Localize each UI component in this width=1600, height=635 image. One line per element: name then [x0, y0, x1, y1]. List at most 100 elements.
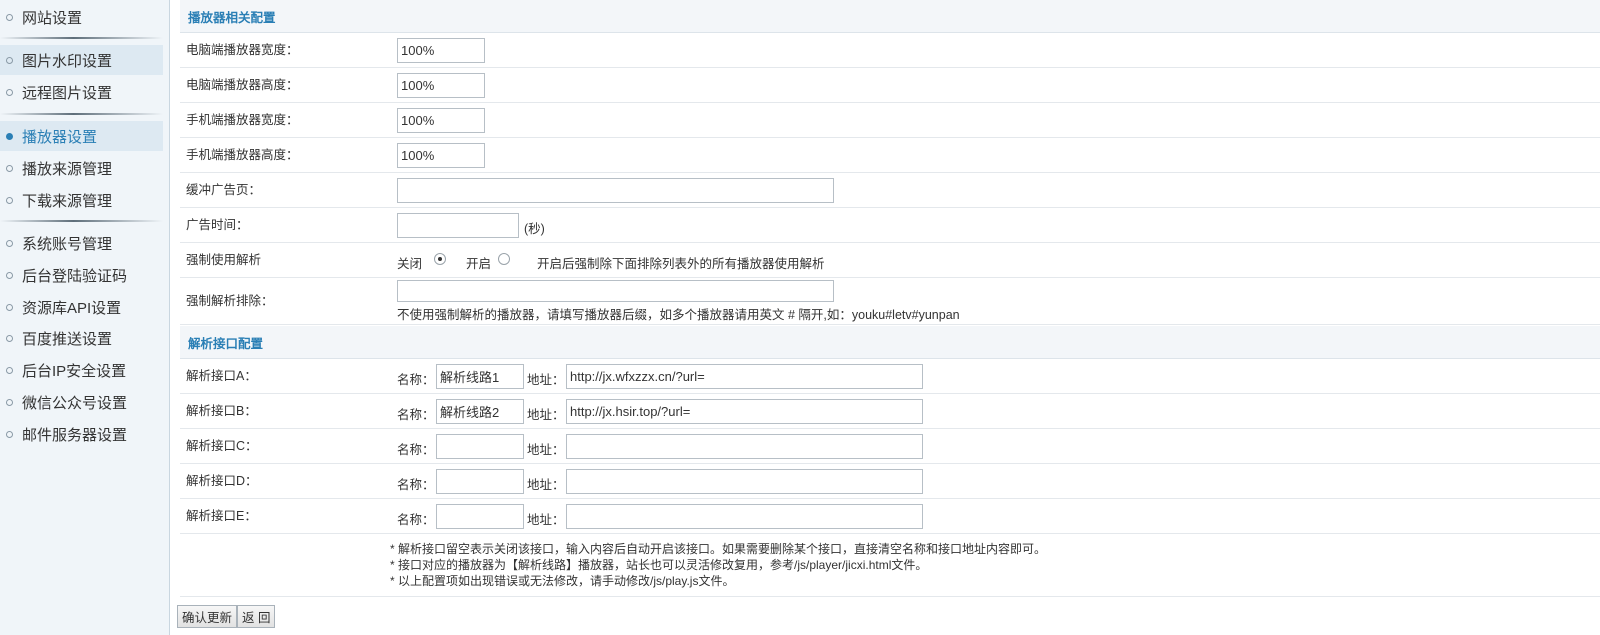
bullet-icon: [6, 334, 13, 342]
sidebar-item-player[interactable]: 播放器设置: [0, 121, 163, 151]
pc-width-input[interactable]: [397, 38, 485, 63]
parse-d-url-input[interactable]: [566, 469, 923, 494]
field-label: 手机端播放器高度：: [186, 148, 299, 162]
sidebar-item-site-settings[interactable]: 网站设置: [0, 2, 163, 32]
sidebar-item-login-captcha[interactable]: 后台登陆验证码: [0, 260, 163, 290]
sidebar-item-accounts[interactable]: 系统账号管理: [0, 228, 163, 258]
sidebar-item-download-source[interactable]: 下载来源管理: [0, 185, 163, 215]
parse-b-url-input[interactable]: [566, 399, 923, 424]
sidebar-item-resource-api[interactable]: 资源库API设置: [0, 292, 163, 322]
bullet-icon: [6, 366, 13, 374]
sidebar-item-label: 播放器设置: [22, 128, 98, 146]
sidebar-item-label: 资源库API设置: [22, 299, 122, 317]
parse-notes: * 解析接口留空表示关闭该接口，输入内容后自动开启该接口。如果需要删除某个接口，…: [390, 541, 1046, 589]
sidebar-item-wechat[interactable]: 微信公众号设置: [0, 387, 163, 417]
sidebar-item-label: 远程图片设置: [22, 84, 113, 102]
sidebar: 网站设置 图片水印设置 远程图片设置 播放器设置 播放来源管理 下载来源管理 系…: [0, 0, 170, 635]
bullet-icon: [6, 271, 13, 279]
sidebar-item-label: 百度推送设置: [22, 330, 113, 348]
name-label: 名称：: [397, 408, 435, 422]
main-content: 播放器相关配置 电脑端播放器宽度： 电脑端播放器高度： 手机端播放器宽度： 手机…: [177, 0, 1600, 635]
addr-label: 地址：: [527, 443, 565, 457]
force-on-radio[interactable]: [498, 253, 510, 265]
parse-b-name-input[interactable]: [436, 399, 524, 424]
field-label: 缓冲广告页：: [186, 183, 262, 197]
row-force-exclude: 强制解析排除： 不使用强制解析的播放器，请填写播放器后缀，如多个播放器请用英文 …: [180, 278, 1600, 325]
field-label: 手机端播放器宽度：: [186, 113, 299, 127]
form-footer: 确认更新 返 回: [177, 596, 1600, 635]
parse-e-name-input[interactable]: [436, 504, 524, 529]
note-line: * 解析接口留空表示关闭该接口，输入内容后自动开启该接口。如果需要删除某个接口，…: [390, 542, 1047, 556]
bullet-icon: [6, 430, 13, 438]
parse-d-name-input[interactable]: [436, 469, 524, 494]
bullet-icon: [6, 164, 13, 172]
sidebar-item-ip-security[interactable]: 后台IP安全设置: [0, 355, 163, 385]
field-label: 解析接口D：: [186, 474, 258, 488]
parse-a-url-input[interactable]: [566, 364, 923, 389]
sidebar-item-label: 后台IP安全设置: [22, 362, 127, 380]
force-off-radio[interactable]: [434, 253, 446, 265]
bullet-icon: [6, 88, 13, 96]
note-line: * 接口对应的播放器为【解析线路】播放器，站长也可以灵活修改复用，参考/js/p…: [390, 558, 928, 572]
sidebar-divider: [0, 113, 163, 115]
sidebar-item-label: 下载来源管理: [22, 192, 113, 210]
bullet-icon: [6, 398, 13, 406]
sidebar-item-label: 后台登陆验证码: [22, 267, 128, 285]
force-exclude-hint: 不使用强制解析的播放器，请填写播放器后缀，如多个播放器请用英文 # 隔开,如：y…: [397, 308, 960, 322]
bullet-icon: [6, 56, 13, 64]
sidebar-item-label: 微信公众号设置: [22, 394, 128, 412]
field-label: 解析接口E：: [186, 509, 257, 523]
section-header-player: 播放器相关配置: [180, 0, 1600, 33]
sidebar-item-label: 邮件服务器设置: [22, 426, 128, 444]
note-line: * 以上配置项如出现错误或无法修改，请手动修改/js/play.js文件。: [390, 574, 735, 588]
name-label: 名称：: [397, 513, 435, 527]
addr-label: 地址：: [527, 478, 565, 492]
confirm-update-button[interactable]: 确认更新: [177, 605, 238, 628]
force-exclude-input[interactable]: [397, 280, 834, 302]
mobile-height-input[interactable]: [397, 143, 485, 168]
row-pc-height: 电脑端播放器高度：: [180, 68, 1600, 103]
name-label: 名称：: [397, 478, 435, 492]
row-mobile-width: 手机端播放器宽度：: [180, 103, 1600, 138]
parse-a-name-input[interactable]: [436, 364, 524, 389]
parse-c-name-input[interactable]: [436, 434, 524, 459]
sidebar-item-remote-image[interactable]: 远程图片设置: [0, 77, 163, 107]
sidebar-item-label: 网站设置: [22, 9, 83, 27]
buffer-ad-input[interactable]: [397, 178, 834, 203]
row-buffer-ad: 缓冲广告页：: [180, 173, 1600, 208]
mobile-width-input[interactable]: [397, 108, 485, 133]
sidebar-item-label: 播放来源管理: [22, 160, 113, 178]
name-label: 名称：: [397, 373, 435, 387]
row-parse-b: 解析接口B： 名称： 地址：: [180, 394, 1600, 429]
field-label: 解析接口B：: [186, 404, 257, 418]
section-title: 解析接口配置: [188, 336, 264, 351]
sidebar-divider: [0, 220, 163, 222]
ad-time-unit: (秒): [524, 222, 545, 236]
sidebar-item-play-source[interactable]: 播放来源管理: [0, 153, 163, 183]
ad-time-input[interactable]: [397, 213, 519, 238]
pc-height-input[interactable]: [397, 73, 485, 98]
addr-label: 地址：: [527, 513, 565, 527]
back-button[interactable]: 返 回: [237, 605, 276, 628]
sidebar-item-baidu-push[interactable]: 百度推送设置: [0, 323, 163, 353]
bullet-icon: [6, 13, 13, 21]
sidebar-item-mail-server[interactable]: 邮件服务器设置: [0, 419, 163, 449]
sidebar-divider: [0, 37, 163, 39]
bullet-icon: [6, 196, 13, 204]
addr-label: 地址：: [527, 408, 565, 422]
parse-c-url-input[interactable]: [566, 434, 923, 459]
force-off-label: 关闭: [397, 257, 423, 271]
force-parse-hint: 开启后强制除下面排除列表外的所有播放器使用解析: [537, 257, 825, 271]
field-label: 电脑端播放器宽度：: [186, 43, 299, 57]
field-label: 强制解析排除：: [186, 294, 274, 308]
row-mobile-height: 手机端播放器高度：: [180, 138, 1600, 173]
row-force-parse: 强制使用解析 关闭 开启 开启后强制除下面排除列表外的所有播放器使用解析: [180, 243, 1600, 278]
field-label: 解析接口A：: [186, 369, 257, 383]
bullet-icon: [6, 132, 13, 140]
bullet-icon: [6, 239, 13, 247]
row-parse-a: 解析接口A： 名称： 地址：: [180, 359, 1600, 394]
field-label: 强制使用解析: [186, 253, 262, 267]
sidebar-item-watermark[interactable]: 图片水印设置: [0, 45, 163, 75]
parse-e-url-input[interactable]: [566, 504, 923, 529]
row-parse-e: 解析接口E： 名称： 地址：: [180, 499, 1600, 534]
